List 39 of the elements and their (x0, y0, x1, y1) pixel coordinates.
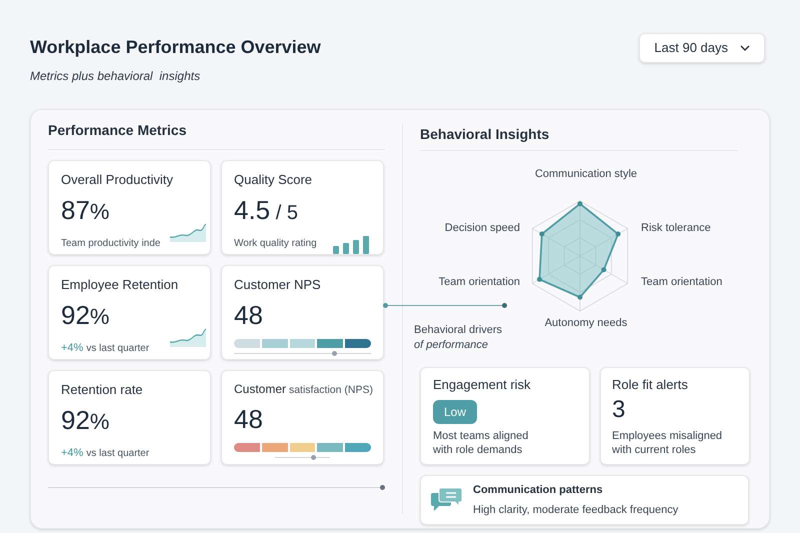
axis-label: Team orientation (438, 275, 520, 290)
date-range-dropdown[interactable]: Last 90 days (639, 33, 765, 63)
metric-title: Overall Productivity (61, 171, 173, 189)
card-title: Engagement risk (433, 376, 532, 394)
chevron-down-icon (740, 45, 750, 51)
metric-title: Customer NPS (234, 276, 321, 294)
card-title: Role fit alerts (612, 376, 689, 394)
page-title: Workplace Performance Overview (30, 36, 321, 59)
metric-value: 4.5 / 5 (234, 194, 299, 226)
metric-value: 87% (61, 194, 110, 226)
section-heading: Behavioral Insights (420, 120, 738, 151)
metric-value: 48 (234, 298, 264, 331)
drivers-caption: Behavioral drivers of performance (414, 323, 502, 353)
alert-count: 3 (612, 394, 626, 424)
metric-title: Retention rate (61, 381, 143, 399)
metric-value: 48 (234, 402, 264, 436)
card-title: Communication patterns (473, 483, 604, 498)
page-subtitle: Metrics plus behavioral insights (30, 68, 202, 85)
axis-label: Risk tolerance (641, 221, 711, 236)
metric-title: Employee Retention (61, 276, 178, 294)
axis-label: Team orientation (641, 275, 722, 290)
metric-title: Customer satisfaction (NPS) (234, 381, 373, 398)
card-text: Employees misaligned with current roles (612, 428, 724, 456)
metric-caption: +4% vs last quarter (61, 341, 150, 356)
risk-badge: Low (433, 400, 478, 424)
metric-caption: Work quality rating (234, 237, 317, 251)
bar-chart-icon (331, 234, 371, 254)
metric-title: Quality Score (234, 171, 312, 189)
metric-value: 92% (61, 298, 110, 331)
axis-label: Autonomy needs (544, 316, 628, 331)
metric-caption: +4% vs last quarter (61, 446, 150, 461)
card-text: High clarity, moderate feedback frequency (473, 502, 678, 518)
axis-label: Communication style (534, 167, 638, 182)
metric-value: 92% (61, 404, 110, 436)
metric-caption: Team productivity inde (61, 237, 160, 251)
section-heading: Performance Metrics (48, 120, 385, 150)
chat-bubbles-icon (431, 487, 463, 513)
card-text: Most teams aligned with role demands (433, 428, 530, 456)
axis-label: Decision speed (444, 221, 520, 236)
